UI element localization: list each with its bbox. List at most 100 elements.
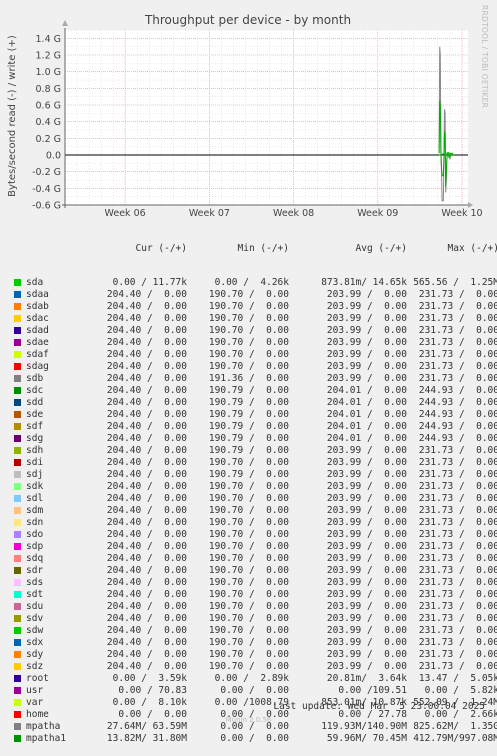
legend-name: sdae [26, 337, 49, 348]
legend-row: sdv 204.40 / 0.00 190.70 / 0.00 203.99 / 0.… [14, 613, 497, 625]
legend-max: 231.73 / 0.00 [418, 469, 497, 480]
legend-cur: 204.40 / 0.00 [106, 409, 187, 420]
legend-row: sdp 204.40 / 0.00 190.70 / 0.00 203.99 / 0.… [14, 541, 497, 553]
legend-min: 190.70 / 0.00 [208, 493, 289, 504]
legend-cur: 204.40 / 0.00 [106, 529, 187, 540]
legend: Cur (-/+) Min (-/+) Avg (-/+) Max (-/+) … [14, 221, 497, 756]
legend-avg: 204.01 / 0.00 [326, 385, 407, 396]
legend-row: sdad 204.40 / 0.00 190.70 / 0.00 203.99 / 0… [14, 325, 497, 337]
legend-avg: 203.99 / 0.00 [326, 469, 407, 480]
legend-swatch [14, 363, 21, 370]
legend-min: 190.70 / 0.00 [208, 625, 289, 636]
legend-avg: 203.99 / 0.00 [326, 553, 407, 564]
legend-cur: 204.40 / 0.00 [106, 625, 187, 636]
legend-avg: 203.99 / 0.00 [326, 313, 407, 324]
y-tick-label: 0.4 G [36, 117, 62, 128]
legend-min: 191.36 / 0.00 [208, 373, 289, 384]
legend-swatch [14, 723, 21, 730]
legend-max: 231.73 / 0.00 [418, 373, 497, 384]
legend-min: 190.79 / 0.00 [208, 433, 289, 444]
legend-avg: 203.99 / 0.00 [326, 337, 407, 348]
legend-avg: 203.99 / 0.00 [326, 637, 407, 648]
legend-avg: 203.99 / 0.00 [326, 493, 407, 504]
last-update: Last update: Wed Mar 5 23:00:04 2025 [273, 701, 485, 712]
legend-max: 231.73 / 0.00 [418, 445, 497, 456]
legend-row: root 0.00 / 3.59k 0.00 / 2.89k 20.81m/ 3.64… [14, 673, 497, 685]
legend-max: 13.47 / 5.05k [418, 673, 497, 684]
legend-name: sdd [26, 397, 44, 408]
legend-max: 565.56 / 1.25M [413, 277, 497, 288]
legend-name: sdu [26, 601, 44, 612]
legend-row: sdq 204.40 / 0.00 190.70 / 0.00 203.99 / 0.… [14, 553, 497, 565]
legend-avg: 203.99 / 0.00 [326, 361, 407, 372]
legend-avg: 203.99 / 0.00 [326, 613, 407, 624]
legend-name: sds [26, 577, 44, 588]
x-tick-label: Week 09 [357, 208, 398, 219]
legend-min: 0.00 / 4.26k [214, 277, 289, 288]
legend-cur: 204.40 / 0.00 [106, 433, 187, 444]
legend-min: 190.79 / 0.00 [208, 409, 289, 420]
legend-swatch [14, 339, 21, 346]
legend-cur: 204.40 / 0.00 [106, 589, 187, 600]
legend-max: 231.73 / 0.00 [418, 649, 497, 660]
legend-cur: 204.40 / 0.00 [106, 385, 187, 396]
legend-cur: 204.40 / 0.00 [106, 637, 187, 648]
legend-row: sdr 204.40 / 0.00 190.70 / 0.00 203.99 / 0.… [14, 565, 497, 577]
legend-name: usr [26, 685, 44, 696]
legend-cur: 204.40 / 0.00 [106, 337, 187, 348]
legend-swatch [14, 507, 21, 514]
header-min: Min (-/+) [237, 243, 289, 254]
legend-cur: 204.40 / 0.00 [106, 469, 187, 480]
legend-cur: 204.40 / 0.00 [106, 349, 187, 360]
legend-swatch [14, 639, 21, 646]
legend-row: sdf 204.40 / 0.00 190.79 / 0.00 204.01 / 0.… [14, 421, 497, 433]
legend-min: 190.70 / 0.00 [208, 505, 289, 516]
legend-name: sdg [26, 433, 44, 444]
legend-min: 190.79 / 0.00 [208, 421, 289, 432]
legend-max: 231.73 / 0.00 [418, 553, 497, 564]
legend-row: sdh 204.40 / 0.00 190.79 / 0.00 203.99 / 0.… [14, 445, 497, 457]
y-tick-label: 0.2 G [36, 134, 62, 145]
legend-swatch [14, 375, 21, 382]
legend-swatch [14, 435, 21, 442]
legend-swatch [14, 663, 21, 670]
legend-min: 190.70 / 0.00 [208, 481, 289, 492]
legend-name: sdn [26, 517, 44, 528]
legend-name: sdk [26, 481, 44, 492]
legend-cur: 204.40 / 0.00 [106, 301, 187, 312]
legend-row: sdu 204.40 / 0.00 190.70 / 0.00 203.99 / 0.… [14, 601, 497, 613]
y-tick-label: 1.0 G [36, 67, 62, 78]
legend-swatch [14, 615, 21, 622]
legend-row: sdi 204.40 / 0.00 190.70 / 0.00 203.99 / 0.… [14, 457, 497, 469]
legend-avg: 203.99 / 0.00 [326, 565, 407, 576]
legend-swatch [14, 603, 21, 610]
legend-min: 190.70 / 0.00 [208, 337, 289, 348]
legend-min: 190.70 / 0.00 [208, 637, 289, 648]
legend-avg: 20.81m/ 3.64k [326, 673, 407, 684]
legend-avg: 59.96M/ 70.45M [326, 733, 407, 744]
legend-max: 231.73 / 0.00 [418, 481, 497, 492]
legend-swatch [14, 423, 21, 430]
legend-cur: 204.40 / 0.00 [106, 553, 187, 564]
legend-swatch [14, 387, 21, 394]
legend-min: 190.70 / 0.00 [208, 529, 289, 540]
legend-row: sdo 204.40 / 0.00 190.70 / 0.00 203.99 / 0.… [14, 529, 497, 541]
legend-swatch [14, 327, 21, 334]
legend-row: sdc 204.40 / 0.00 190.79 / 0.00 204.01 / 0.… [14, 385, 497, 397]
legend-name: sdp [26, 541, 44, 552]
y-tick-label: -0.2 G [32, 167, 61, 178]
legend-swatch [14, 591, 21, 598]
legend-cur: 0.00 / 8.10k [112, 697, 187, 708]
legend-cur: 204.40 / 0.00 [106, 577, 187, 588]
legend-name: sdh [26, 445, 44, 456]
legend-avg: 203.99 / 0.00 [326, 625, 407, 636]
legend-cur: 204.40 / 0.00 [106, 565, 187, 576]
legend-name: sdi [26, 457, 44, 468]
legend-swatch [14, 531, 21, 538]
legend-avg: 203.99 / 0.00 [326, 481, 407, 492]
legend-swatch [14, 291, 21, 298]
legend-min: 190.79 / 0.00 [208, 469, 289, 480]
legend-min: 190.70 / 0.00 [208, 541, 289, 552]
legend-name: sdv [26, 613, 44, 624]
legend-swatch [14, 459, 21, 466]
